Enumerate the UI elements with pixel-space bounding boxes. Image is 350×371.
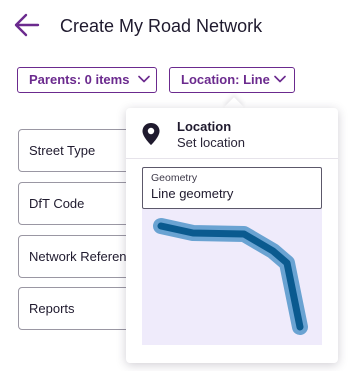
- chevron-down-icon: [274, 75, 286, 83]
- location-filter-button[interactable]: Location: Line: [169, 67, 295, 93]
- reports-label: Reports: [29, 301, 75, 316]
- geometry-map-preview[interactable]: [142, 209, 322, 345]
- page-title: Create My Road Network: [60, 16, 263, 36]
- parents-filter-label: Parents: 0 items: [29, 72, 130, 87]
- map-pin-icon: [142, 123, 160, 145]
- location-subtitle: Set location: [177, 135, 245, 150]
- geometry-value: Line geometry: [151, 186, 234, 201]
- parents-filter-button[interactable]: Parents: 0 items: [17, 67, 157, 93]
- app-header: Create My Road Network: [0, 0, 350, 50]
- popover-divider: [126, 158, 338, 159]
- geometry-label: Geometry: [151, 172, 198, 184]
- location-title: Location: [177, 119, 232, 134]
- chevron-down-icon: [138, 75, 150, 83]
- location-filter-label: Location: Line: [181, 72, 270, 87]
- street-type-label: Street Type: [29, 143, 96, 158]
- network-reference-label: Network Reference: [29, 249, 141, 264]
- arrow-left-icon[interactable]: [12, 12, 40, 38]
- dft-code-label: DfT Code: [29, 196, 85, 211]
